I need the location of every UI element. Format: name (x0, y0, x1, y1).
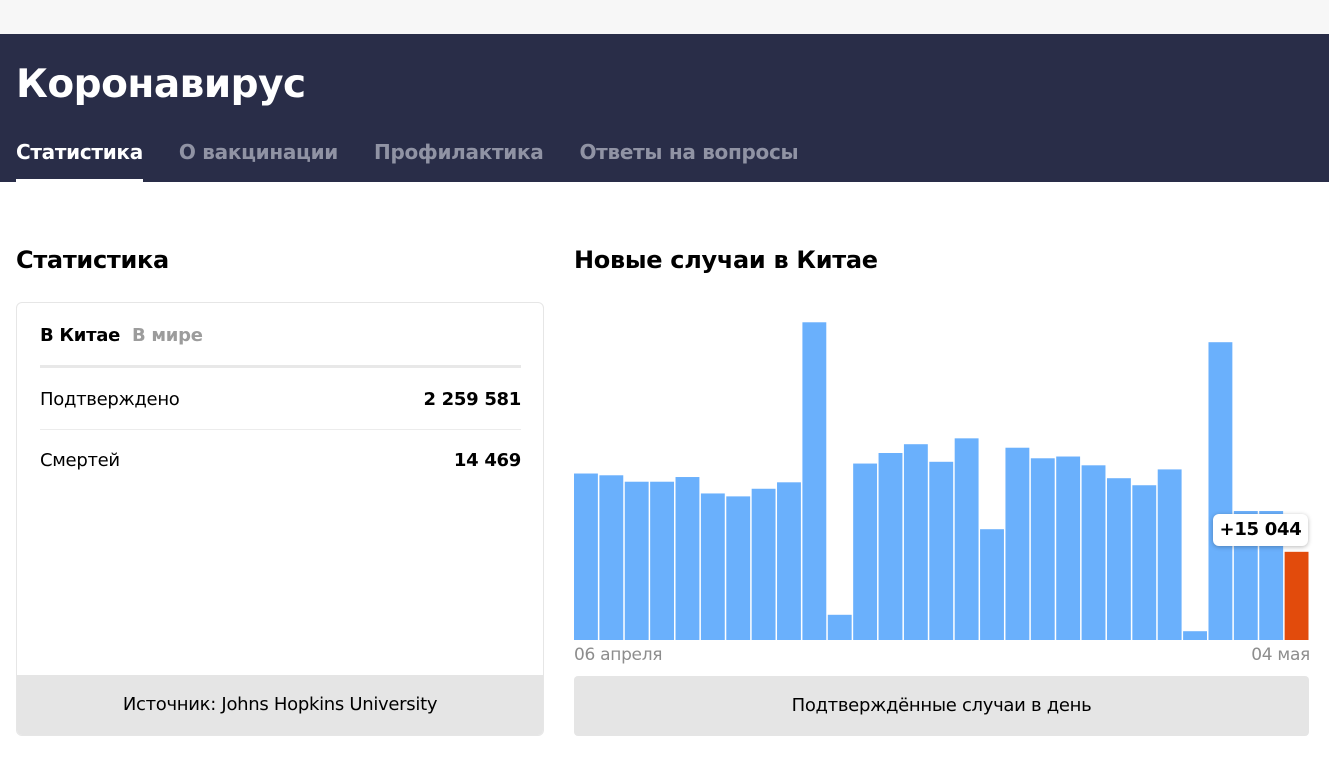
stat-row-deaths: Смертей 14 469 (40, 430, 521, 490)
chart-area: 06 апреля 04 мая +15 044 (574, 300, 1310, 670)
top-strip (0, 0, 1329, 34)
bar[interactable] (650, 481, 675, 640)
bar[interactable] (878, 453, 903, 640)
stats-card: В Китае В мире Подтверждено 2 259 581 См… (16, 302, 544, 736)
stat-label: Смертей (40, 450, 120, 471)
bar[interactable] (700, 493, 725, 640)
bar[interactable] (1132, 485, 1157, 640)
region-tab-china[interactable]: В Китае (40, 325, 120, 346)
chart-footer-button[interactable]: Подтверждённые случаи в день (574, 676, 1309, 736)
stat-row-confirmed: Подтверждено 2 259 581 (40, 369, 521, 430)
bar[interactable] (802, 322, 827, 640)
bar[interactable] (929, 461, 954, 640)
bar-highlighted[interactable] (1284, 551, 1309, 640)
stat-label: Подтверждено (40, 389, 180, 410)
tab-prevention[interactable]: Профилактика (374, 138, 544, 182)
x-axis-start-label: 06 апреля (574, 645, 663, 665)
tab-faq[interactable]: Ответы на вопросы (579, 138, 798, 182)
chart-title: Новые случаи в Китае (574, 246, 878, 274)
bar[interactable] (853, 463, 878, 640)
bar[interactable] (1081, 465, 1106, 640)
bar-chart (574, 322, 1309, 640)
region-tabs: В Китае В мире (40, 325, 215, 346)
source-footer: Источник: Johns Hopkins University (17, 675, 543, 735)
region-tabs-divider (40, 365, 521, 368)
bar[interactable] (903, 444, 928, 640)
bar[interactable] (1030, 458, 1055, 640)
bar[interactable] (827, 614, 852, 640)
bar[interactable] (751, 488, 776, 640)
bar[interactable] (1106, 478, 1131, 640)
nav-tabs: Статистика О вакцинации Профилактика Отв… (16, 138, 834, 182)
bar[interactable] (726, 496, 751, 640)
bar[interactable] (624, 481, 649, 640)
tab-vaccination[interactable]: О вакцинации (179, 138, 338, 182)
page-title: Коронавирус (16, 62, 306, 107)
bar[interactable] (777, 482, 801, 640)
page-header: Коронавирус Статистика О вакцинации Проф… (0, 34, 1329, 182)
tab-statistics[interactable]: Статистика (16, 138, 143, 182)
bar[interactable] (1183, 631, 1207, 640)
bar[interactable] (1157, 469, 1182, 640)
bar[interactable] (1056, 456, 1081, 640)
bar[interactable] (980, 529, 1004, 640)
bar[interactable] (599, 475, 624, 640)
bar[interactable] (675, 477, 700, 640)
bar-value-tooltip: +15 044 (1212, 513, 1309, 546)
bar[interactable] (1208, 342, 1233, 640)
x-axis-end-label: 04 мая (1251, 645, 1310, 665)
bar[interactable] (1005, 447, 1030, 640)
bar[interactable] (954, 438, 979, 640)
region-tab-world[interactable]: В мире (132, 325, 203, 346)
stat-value: 2 259 581 (423, 389, 521, 410)
stats-title: Статистика (16, 246, 169, 274)
stat-value: 14 469 (453, 450, 521, 471)
bar[interactable] (574, 473, 598, 640)
